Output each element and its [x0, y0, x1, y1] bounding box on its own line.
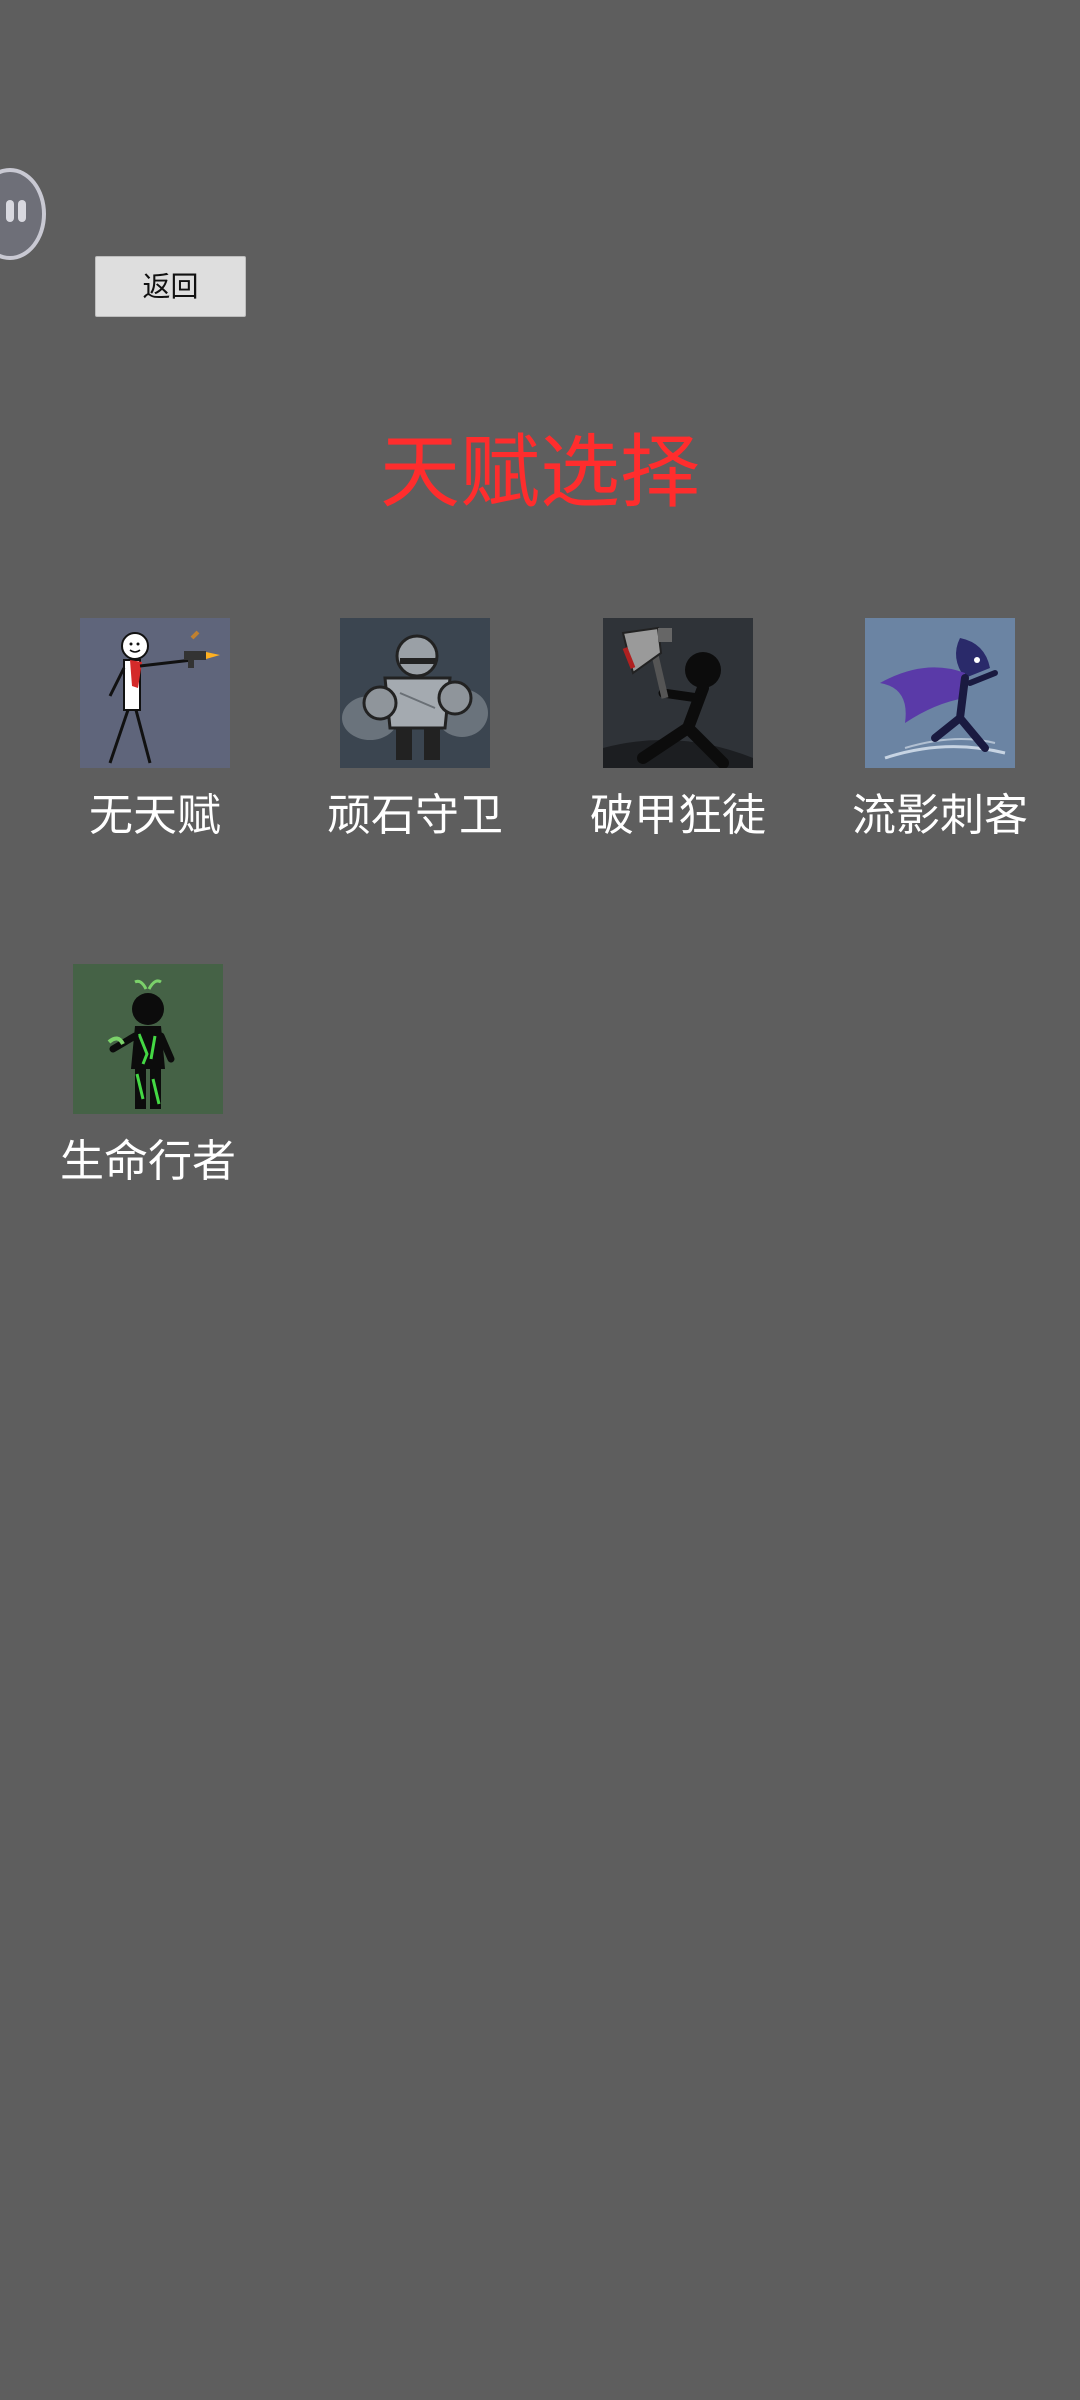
- talent-label: 无天赋: [89, 790, 221, 841]
- talent-option-stone-guardian[interactable]: 顽石守卫: [305, 618, 525, 878]
- talent-option-no-talent[interactable]: 无天赋: [45, 618, 265, 878]
- talent-option-life-walker[interactable]: 生命行者: [38, 964, 258, 1224]
- life-walker-icon: [73, 964, 223, 1114]
- back-button[interactable]: 返回: [95, 256, 246, 317]
- axe-berserker-icon: [603, 618, 753, 768]
- pause-icon: [6, 200, 30, 226]
- talent-label: 顽石守卫: [327, 790, 503, 841]
- shadow-assassin-icon: [865, 618, 1015, 768]
- talent-option-armor-breaker[interactable]: 破甲狂徒: [568, 618, 788, 878]
- page-title: 天赋选择: [380, 426, 700, 519]
- talent-label: 生命行者: [60, 1136, 236, 1187]
- floating-assist-button[interactable]: [0, 168, 46, 260]
- stone-guardian-icon: [340, 618, 490, 768]
- gunner-stickman-icon: [80, 618, 230, 768]
- talent-label: 破甲狂徒: [590, 790, 766, 841]
- talent-label: 流影刺客: [852, 790, 1028, 841]
- talent-option-shadow-assassin[interactable]: 流影刺客: [830, 618, 1050, 878]
